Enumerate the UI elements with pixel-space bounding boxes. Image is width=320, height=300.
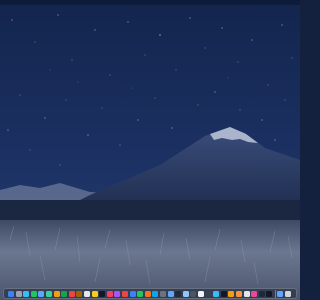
maps-icon[interactable] [46,291,52,297]
stocks-icon[interactable] [220,291,227,297]
photos-icon[interactable] [53,291,60,297]
messages-icon[interactable] [30,291,37,297]
books-icon[interactable] [236,291,242,297]
menu-bar [0,0,300,5]
numbers-icon[interactable] [137,291,144,297]
music-icon[interactable] [106,291,113,297]
keynote-icon[interactable] [129,291,136,297]
downloads-folder-icon[interactable] [277,291,283,297]
calculator-icon[interactable] [205,291,212,297]
dock-separator [274,290,275,298]
safari-icon[interactable] [23,291,30,297]
freeform-icon[interactable] [243,291,250,297]
calendar-icon[interactable] [68,291,75,297]
xcode-icon[interactable] [167,291,174,297]
activity-monitor-icon[interactable] [190,291,197,297]
home-icon[interactable] [228,291,235,297]
notes-icon[interactable] [91,291,98,297]
mail-icon[interactable] [38,291,45,297]
contacts-icon[interactable] [76,291,83,297]
finder-icon[interactable] [8,291,14,297]
app-store-icon[interactable] [152,291,159,297]
textedit-icon[interactable] [198,291,204,297]
trash-icon[interactable] [284,291,291,297]
dock [3,288,297,299]
news-icon[interactable] [122,291,128,297]
facetime-icon[interactable] [61,291,68,297]
tv-icon[interactable] [99,291,106,297]
podcasts-icon[interactable] [114,291,121,297]
weather-icon[interactable] [213,291,220,297]
desktop-wallpaper [0,0,300,300]
preview-icon[interactable] [182,291,189,297]
clock-icon[interactable] [266,291,273,297]
reminders-icon[interactable] [84,291,90,297]
terminal-icon[interactable] [175,291,182,297]
shortcuts-icon[interactable] [251,291,258,297]
launchpad-icon[interactable] [15,291,22,297]
voice-memos-icon[interactable] [258,291,265,297]
pages-icon[interactable] [144,291,151,297]
system-settings-icon[interactable] [160,291,166,297]
